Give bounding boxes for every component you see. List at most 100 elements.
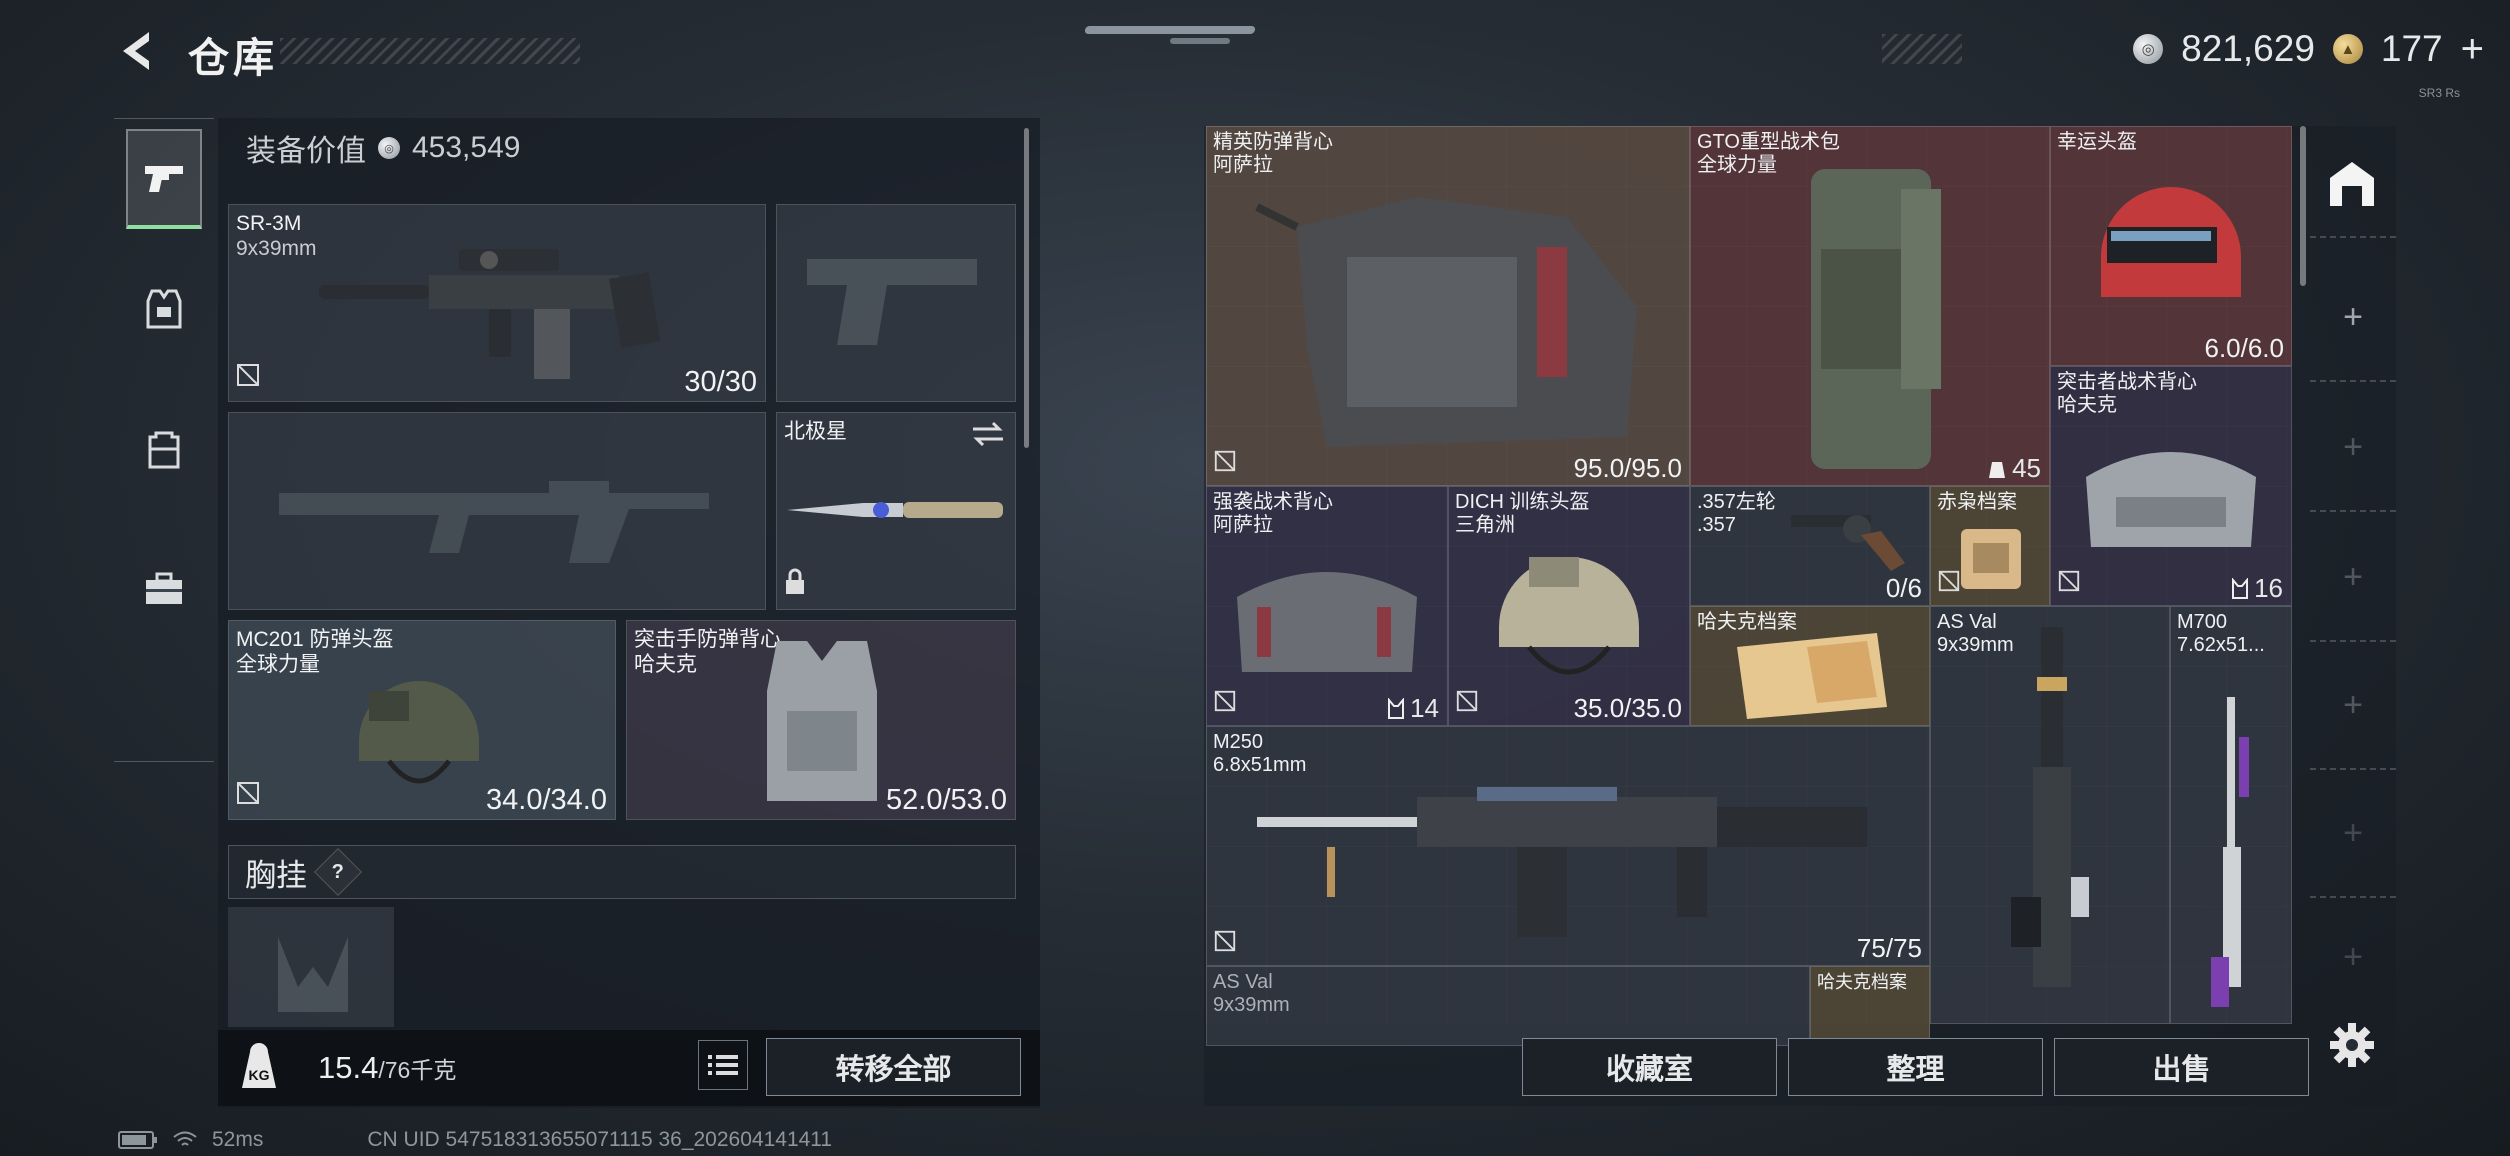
slot-count: 14	[1410, 693, 1439, 723]
sell-button[interactable]: 出售	[2054, 1038, 2309, 1096]
vest-icon	[1237, 572, 1417, 672]
scrollbar[interactable]	[2300, 126, 2306, 286]
vest-icon	[146, 289, 182, 329]
no-insure-icon	[2057, 569, 2081, 598]
ammo-count: 30/30	[684, 366, 757, 398]
equipment-value-label: 装备价值	[246, 135, 366, 168]
grid-item-raid-vest[interactable]: 强袭战术背心 阿萨拉 14	[1206, 486, 1448, 726]
tab-armor[interactable]	[126, 259, 202, 359]
grid-item-chixiao-dossier[interactable]: 赤枭档案	[1930, 486, 2050, 606]
grid-item-gto-backpack[interactable]: GTO重型战术包 全球力量 45	[1690, 126, 2050, 486]
add-storage-tab-button[interactable]: +	[2330, 554, 2376, 600]
add-currency-button[interactable]: +	[2461, 27, 2484, 72]
grid-item-as-val[interactable]: AS Val 9x39mm	[1930, 606, 2170, 1024]
no-insure-icon	[1455, 689, 1479, 718]
add-storage-tab-button[interactable]: +	[2330, 424, 2376, 470]
settings-gear-icon[interactable]	[2327, 1020, 2377, 1070]
add-storage-tab-button[interactable]: +	[2330, 934, 2376, 980]
user-uid: CN UID 547518313655071115 36_20260414141…	[367, 1128, 833, 1151]
tab-supplies[interactable]	[126, 539, 202, 639]
item-caliber: 7.62x51...	[2177, 634, 2265, 656]
item-name: M700	[2177, 611, 2228, 633]
melee-slot[interactable]: 北极星	[776, 412, 1016, 610]
item-name: AS Val	[1937, 611, 1997, 633]
primary-weapon-slot[interactable]: SR-3M 9x39mm 30/30	[228, 204, 766, 402]
tab-weapons[interactable]	[126, 129, 202, 229]
item-name: 强袭战术背心	[1213, 491, 1333, 513]
document-icon	[1737, 633, 1887, 719]
grid-item-lucky-helmet[interactable]: 幸运头盔 6.0/6.0	[2050, 126, 2292, 366]
pistol-placeholder-icon	[807, 259, 977, 345]
help-button[interactable]: ?	[313, 847, 363, 897]
chest-rig-placeholder-icon	[278, 937, 348, 1012]
backpack-icon	[1811, 169, 1941, 469]
durability: 95.0/95.0	[1573, 453, 1682, 483]
grid-item-m700[interactable]: M700 7.62x51...	[2170, 606, 2292, 1024]
item-maker: 全球力量	[236, 653, 320, 676]
rifle-icon	[2011, 627, 2089, 987]
back-arrow-icon	[123, 32, 149, 70]
grid-item-m250[interactable]: M250 6.8x51mm 75/75	[1206, 726, 1930, 966]
version-label: SR3 Rs	[2418, 86, 2460, 100]
machine-gun-icon	[1257, 787, 1867, 937]
durability: 52.0/53.0	[886, 784, 1007, 816]
silver-coin-icon: ◎	[378, 137, 400, 159]
svg-text:KG: KG	[249, 1067, 270, 1083]
pistol-slot[interactable]	[776, 204, 1016, 402]
item-name: 北极星	[784, 420, 847, 443]
helmet-icon	[1499, 557, 1639, 675]
slots-icon	[2232, 577, 2249, 599]
pistol-icon	[145, 166, 183, 192]
add-storage-tab-button[interactable]: +	[2330, 810, 2376, 856]
lock-icon	[783, 568, 807, 601]
capacity-count: 45	[2012, 453, 2041, 483]
armor-slot[interactable]: 突击手防弹背心 哈夫克 52.0/53.0	[626, 620, 1016, 820]
rifle-icon	[319, 249, 661, 379]
divider	[2310, 380, 2396, 382]
briefcase-icon	[146, 572, 182, 604]
collection-room-button[interactable]: 收藏室	[1522, 1038, 1777, 1096]
chest-rig-slot[interactable]	[228, 907, 394, 1027]
rifle-placeholder-icon	[279, 481, 709, 563]
silver-coin-icon: ◎	[2133, 34, 2164, 64]
durability: 6.0/6.0	[2204, 333, 2284, 363]
grid-item-elite-vest[interactable]: 精英防弹背心 阿萨拉 95.0/95.0	[1206, 126, 1690, 486]
list-icon	[708, 1055, 738, 1075]
title-decoration	[280, 38, 580, 64]
vest-icon	[1255, 197, 1637, 447]
item-name: 幸运头盔	[2057, 131, 2137, 153]
status-bar: 52ms CN UID 547518313655071115 36_202604…	[118, 1128, 832, 1152]
add-storage-tab-button[interactable]: +	[2330, 294, 2376, 340]
no-insure-icon	[1213, 689, 1237, 718]
warehouse-tab-icon[interactable]	[2324, 156, 2380, 212]
knife-icon	[787, 502, 1003, 518]
tab-bags[interactable]	[126, 399, 202, 499]
revolver-icon	[1791, 515, 1905, 571]
swap-icon[interactable]	[971, 421, 1005, 447]
item-name: M250	[1213, 731, 1264, 753]
sort-button[interactable]: 整理	[1788, 1038, 2043, 1096]
vest-icon	[2086, 452, 2256, 547]
add-storage-tab-button[interactable]: +	[2330, 682, 2376, 728]
grid-item-assaulter-vest[interactable]: 突击者战术背心 哈夫克 16	[2050, 366, 2292, 606]
scrollbar[interactable]	[1024, 128, 1029, 448]
item-caliber: 9x39mm	[236, 237, 317, 260]
item-name: DICH 训练头盔	[1455, 491, 1590, 513]
durability: 35.0/35.0	[1573, 693, 1682, 723]
weight-current: 15.4	[318, 1050, 379, 1085]
secondary-weapon-slot[interactable]	[228, 412, 766, 610]
grid-item-357-revolver[interactable]: .357左轮 .357 0/6	[1690, 486, 1930, 606]
helmet-slot[interactable]: MC201 防弹头盔 全球力量 34.0/34.0	[228, 620, 616, 820]
item-name: MC201 防弹头盔	[236, 628, 394, 651]
grid-item-haavk-dossier[interactable]: 哈夫克档案	[1690, 606, 1930, 726]
divider	[2310, 236, 2396, 238]
no-insure-icon	[1213, 449, 1237, 478]
transfer-all-button[interactable]: 转移全部	[766, 1038, 1021, 1096]
grid-item-dich-helmet[interactable]: DICH 训练头盔 三角洲 35.0/35.0	[1448, 486, 1690, 726]
list-view-button[interactable]	[698, 1040, 748, 1090]
chest-rig-label: 胸挂	[245, 857, 307, 893]
back-button[interactable]	[112, 26, 162, 76]
slots-icon	[1388, 697, 1405, 719]
page-title: 仓库	[188, 35, 278, 81]
item-name: 精英防弹背心	[1213, 131, 1333, 153]
